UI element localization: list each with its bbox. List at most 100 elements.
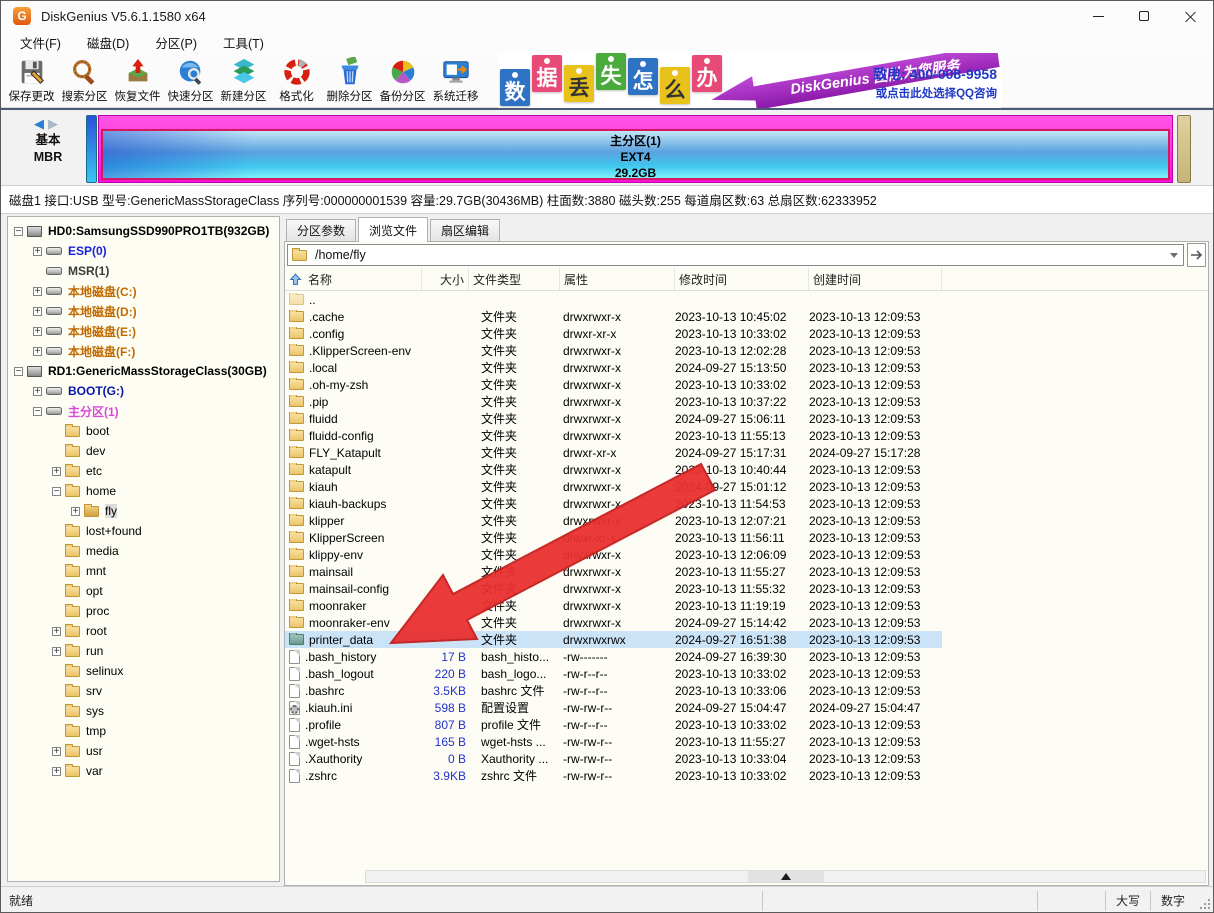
toolbar-button[interactable]: 恢复文件 [111, 53, 164, 107]
tree-item[interactable]: BOOT(G:) [8, 381, 279, 401]
table-row[interactable]: moonraker-env 文件夹 drwxrwxr-x 2024-09-27 … [285, 614, 942, 631]
expand-toggle-icon[interactable] [33, 327, 42, 336]
table-row[interactable]: printer_data 文件夹 drwxrwxrwx 2024-09-27 1… [285, 631, 942, 648]
table-row[interactable]: .local 文件夹 drwxrwxr-x 2024-09-27 15:13:5… [285, 359, 942, 376]
table-row[interactable]: .bash_logout 220 B bash_logo... -rw-r--r… [285, 665, 942, 682]
tree-item[interactable]: usr [8, 741, 279, 761]
table-row[interactable]: .profile 807 B profile 文件 -rw-r--r-- 202… [285, 716, 942, 733]
tree-item[interactable]: 本地磁盘(E:) [8, 321, 279, 341]
expand-toggle-icon[interactable] [52, 647, 61, 656]
column-header-name[interactable]: 名称 [285, 268, 422, 290]
partition-band[interactable]: 主分区(1) EXT4 29.2GB [101, 129, 1170, 180]
tree-item[interactable]: proc [8, 601, 279, 621]
table-row[interactable]: .. [285, 291, 942, 308]
menu-item[interactable]: 工具(T) [210, 31, 277, 54]
disk-band[interactable]: 主分区(1) EXT4 29.2GB [98, 115, 1173, 183]
expand-toggle-icon[interactable] [71, 507, 80, 516]
expand-toggle-icon[interactable] [33, 287, 42, 296]
column-header-size[interactable]: 大小 [422, 268, 469, 290]
expand-toggle-icon[interactable] [33, 347, 42, 356]
table-row[interactable]: .bash_history 17 B bash_histo... -rw----… [285, 648, 942, 665]
tree-item[interactable]: sys [8, 701, 279, 721]
table-row[interactable]: .oh-my-zsh 文件夹 drwxrwxr-x 2023-10-13 10:… [285, 376, 942, 393]
column-header-type[interactable]: 文件类型 [469, 268, 560, 290]
expand-toggle-icon[interactable] [52, 767, 61, 776]
table-row[interactable]: fluidd-config 文件夹 drwxrwxr-x 2023-10-13 … [285, 427, 942, 444]
chevron-down-icon[interactable] [1165, 245, 1183, 265]
toolbar-button[interactable]: 格式化 [270, 53, 323, 107]
table-row[interactable]: kiauh 文件夹 drwxrwxr-x 2024-09-27 15:01:12… [285, 478, 942, 495]
table-row[interactable]: kiauh-backups 文件夹 drwxrwxr-x 2023-10-13 … [285, 495, 942, 512]
tree-item[interactable]: 本地磁盘(C:) [8, 281, 279, 301]
path-combobox[interactable]: /home/fly [287, 244, 1184, 266]
tree-item[interactable]: ESP(0) [8, 241, 279, 261]
menu-item[interactable]: 文件(F) [7, 31, 74, 54]
tree-item[interactable]: boot [8, 421, 279, 441]
table-row[interactable]: .bashrc 3.5KB bashrc 文件 -rw-r--r-- 2023-… [285, 682, 942, 699]
resize-grip[interactable] [1195, 891, 1213, 911]
table-row[interactable]: mainsail-config 文件夹 drwxrwxr-x 2023-10-1… [285, 580, 942, 597]
table-row[interactable]: .Xauthority 0 B Xauthority ... -rw-rw-r-… [285, 750, 942, 767]
toolbar-button[interactable]: 系统迁移 [429, 53, 482, 107]
tree-item[interactable]: selinux [8, 661, 279, 681]
expand-toggle-icon[interactable] [52, 747, 61, 756]
table-row[interactable]: katapult 文件夹 drwxrwxr-x 2023-10-13 10:40… [285, 461, 942, 478]
column-header-attr[interactable]: 属性 [560, 268, 675, 290]
tree-item[interactable]: media [8, 541, 279, 561]
maximize-button[interactable] [1121, 1, 1167, 31]
scrollbar-thumb[interactable] [748, 871, 824, 882]
expand-toggle-icon[interactable] [52, 487, 61, 496]
tree-item[interactable]: var [8, 761, 279, 781]
table-row[interactable]: klippy-env 文件夹 drwxrwxr-x 2023-10-13 12:… [285, 546, 942, 563]
title-bar[interactable]: G DiskGenius V5.6.1.1580 x64 [1, 1, 1213, 31]
menu-item[interactable]: 磁盘(D) [74, 31, 142, 54]
table-row[interactable]: KlipperScreen 文件夹 drwxr-xr-x 2023-10-13 … [285, 529, 942, 546]
ad-qq-link[interactable]: 或点击此处选择QQ咨询 [876, 85, 997, 101]
ad-banner[interactable]: 数据丢失怎么办! DiskGenius 团队为您服务 致电: 400-008-9… [498, 53, 1001, 108]
toolbar-button[interactable]: 快速分区 [164, 53, 217, 107]
table-row[interactable]: fluidd 文件夹 drwxrwxr-x 2024-09-27 15:06:1… [285, 410, 942, 427]
tree-item[interactable]: HD0:SamsungSSD990PRO1TB(932GB) [8, 221, 279, 241]
expand-toggle-icon[interactable] [14, 227, 23, 236]
tree-item[interactable]: fly [8, 501, 279, 521]
tab[interactable]: 分区参数 [286, 219, 356, 241]
table-row[interactable]: .kiauh.ini 598 B 配置设置 -rw-rw-r-- 2024-09… [285, 699, 942, 716]
close-button[interactable] [1167, 1, 1213, 31]
expand-toggle-icon[interactable] [52, 627, 61, 636]
column-header-mtime[interactable]: 修改时间 [675, 268, 809, 290]
tab[interactable]: 浏览文件 [358, 217, 428, 242]
tree-item[interactable]: RD1:GenericMassStorageClass(30GB) [8, 361, 279, 381]
tree-item[interactable]: 本地磁盘(D:) [8, 301, 279, 321]
table-row[interactable]: klipper 文件夹 drwxrwxr-x 2023-10-13 12:07:… [285, 512, 942, 529]
toolbar-button[interactable]: 备份分区 [376, 53, 429, 107]
minimize-button[interactable] [1075, 1, 1121, 31]
tree-item[interactable]: opt [8, 581, 279, 601]
go-button[interactable] [1187, 243, 1206, 267]
tree-item[interactable]: home [8, 481, 279, 501]
tree-item[interactable]: dev [8, 441, 279, 461]
table-row[interactable]: mainsail 文件夹 drwxrwxr-x 2023-10-13 11:55… [285, 563, 942, 580]
prev-disk-icon[interactable]: ◀ [34, 116, 48, 131]
tree-item[interactable]: srv [8, 681, 279, 701]
tree-item[interactable]: MSR(1) [8, 261, 279, 281]
toolbar-button[interactable]: 搜索分区 [58, 53, 111, 107]
menu-item[interactable]: 分区(P) [142, 31, 210, 54]
tree-item[interactable]: run [8, 641, 279, 661]
toolbar-button[interactable]: 删除分区 [323, 53, 376, 107]
horizontal-scrollbar[interactable] [365, 870, 1206, 883]
tree-item[interactable]: mnt [8, 561, 279, 581]
expand-toggle-icon[interactable] [33, 387, 42, 396]
tree-item[interactable]: tmp [8, 721, 279, 741]
toolbar-button[interactable]: 保存更改 [5, 53, 58, 107]
column-header-ctime[interactable]: 创建时间 [809, 268, 942, 290]
expand-toggle-icon[interactable] [33, 307, 42, 316]
table-row[interactable]: .pip 文件夹 drwxrwxr-x 2023-10-13 10:37:22 … [285, 393, 942, 410]
expand-toggle-icon[interactable] [33, 407, 42, 416]
tree-item[interactable]: root [8, 621, 279, 641]
tree-item[interactable]: 主分区(1) [8, 401, 279, 421]
table-row[interactable]: .config 文件夹 drwxr-xr-x 2023-10-13 10:33:… [285, 325, 942, 342]
table-row[interactable]: .zshrc 3.9KB zshrc 文件 -rw-rw-r-- 2023-10… [285, 767, 942, 784]
tree-item[interactable]: lost+found [8, 521, 279, 541]
expand-toggle-icon[interactable] [52, 467, 61, 476]
table-row[interactable]: .cache 文件夹 drwxrwxr-x 2023-10-13 10:45:0… [285, 308, 942, 325]
